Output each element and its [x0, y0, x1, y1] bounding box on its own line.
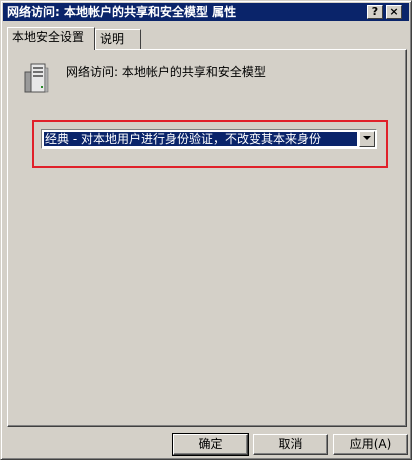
tab-panel: 网络访问: 本地帐户的共享和安全模型 经典 - 对本地用户进行身份验证，不改变其… [7, 49, 407, 427]
policy-name: 网络访问: 本地帐户的共享和安全模型 [66, 65, 266, 79]
ok-button[interactable]: 确定 [172, 433, 249, 456]
properties-dialog: 网络访问: 本地帐户的共享和安全模型 属性 ? × 本地安全设置 说明 网络访问… [0, 0, 412, 460]
server-icon [24, 63, 49, 93]
chevron-down-icon [363, 136, 371, 140]
title-bar[interactable]: 网络访问: 本地帐户的共享和安全模型 属性 ? × [3, 3, 409, 21]
close-button[interactable]: × [386, 5, 402, 19]
cancel-button[interactable]: 取消 [253, 434, 328, 455]
tab-description[interactable]: 说明 [95, 29, 141, 49]
apply-button[interactable]: 应用(A) [333, 434, 408, 455]
selected-value: 经典 - 对本地用户进行身份验证，不改变其本来身份 [44, 132, 357, 146]
tab-local-security-setting[interactable]: 本地安全设置 [7, 27, 95, 50]
security-model-select[interactable]: 经典 - 对本地用户进行身份验证，不改变其本来身份 [41, 129, 377, 149]
help-button[interactable]: ? [367, 5, 383, 19]
tab-label: 说明 [100, 32, 125, 46]
dropdown-arrow-button[interactable] [359, 131, 375, 147]
tab-label: 本地安全设置 [12, 30, 85, 44]
window-title: 网络访问: 本地帐户的共享和安全模型 属性 [7, 5, 237, 19]
